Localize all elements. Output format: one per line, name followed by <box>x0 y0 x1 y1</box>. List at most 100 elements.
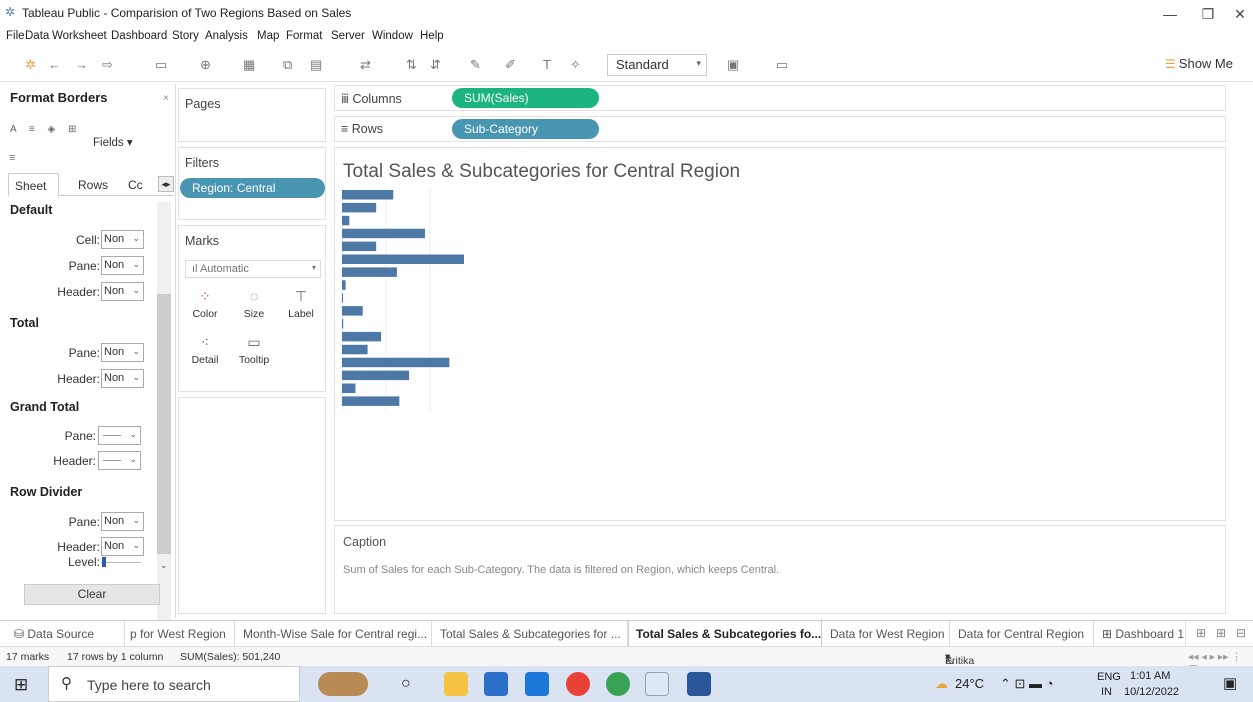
color-button[interactable]: ⁘ Color <box>185 288 225 320</box>
bar-mark[interactable] <box>342 280 346 290</box>
clear-button[interactable]: Clear <box>24 584 160 605</box>
highlight-icon[interactable]: ✎ <box>470 57 481 73</box>
bar-mark[interactable] <box>342 254 464 265</box>
mail-icon[interactable] <box>525 672 549 696</box>
bar-mark[interactable] <box>342 370 410 381</box>
bar-mark[interactable] <box>342 190 394 200</box>
new-worksheet-icon[interactable]: ▦ <box>243 57 255 73</box>
new-datasource-icon[interactable]: ⊕ <box>200 57 211 73</box>
language-bottom[interactable]: IN <box>1101 686 1112 698</box>
level-slider-handle[interactable] <box>102 557 106 567</box>
menu-window[interactable]: Window <box>372 30 413 42</box>
bar-mark[interactable] <box>342 215 350 226</box>
grand-total-header-dropdown[interactable]: ⌄ <box>98 451 141 470</box>
word-icon[interactable] <box>687 672 711 696</box>
bar-mark[interactable] <box>342 383 356 394</box>
pin-icon[interactable]: ✧ <box>570 57 581 73</box>
tab-data-source[interactable]: ⛁ Data Source <box>0 621 125 646</box>
windows-start-icon[interactable]: ⊞ <box>14 675 28 695</box>
store-icon[interactable] <box>484 672 508 696</box>
sort-desc-icon[interactable]: ⇵ <box>430 57 441 73</box>
clear-sheet-icon[interactable]: ▤ <box>310 57 322 73</box>
temperature[interactable]: 24°C <box>955 676 984 691</box>
menu-map[interactable]: Map <box>257 30 279 42</box>
row-divider-pane-dropdown[interactable]: Non ⌄ <box>101 512 144 531</box>
swap-icon[interactable]: ⇄ <box>360 57 371 73</box>
fields-dropdown[interactable]: Fields ▾ <box>93 135 133 149</box>
detail-button[interactable]: ⁖ Detail <box>185 334 225 366</box>
scroll-down-icon[interactable]: ⌄ <box>160 560 168 571</box>
undo-icon[interactable]: ⇨ <box>102 57 113 73</box>
show-me-button[interactable]: ☰ Show Me <box>1165 56 1233 71</box>
new-story-tab-icon[interactable]: ⊟ <box>1236 626 1246 640</box>
new-dashboard-tab-icon[interactable]: ⊞ <box>1216 626 1226 640</box>
file-explorer-icon[interactable] <box>444 672 468 696</box>
filter-pill-region[interactable]: Region: Central <box>180 178 325 198</box>
tab-sheet[interactable]: Month-Wise Sale for Central regi... <box>235 621 432 646</box>
cell-border-dropdown[interactable]: Non ⌄ <box>101 230 144 249</box>
menu-dashboard[interactable]: Dashboard <box>111 30 167 42</box>
presentation-icon[interactable]: ▭ <box>776 57 788 73</box>
tab-columns[interactable]: Cc <box>128 178 143 192</box>
close-button[interactable]: ✕ <box>1220 2 1253 26</box>
menu-file[interactable]: File <box>6 30 25 42</box>
notification-icon[interactable]: ▣ <box>1223 674 1237 692</box>
bar-mark[interactable] <box>342 267 397 277</box>
tab-sheet[interactable]: p for West Region <box>125 621 235 646</box>
level-slider-track[interactable] <box>101 562 141 563</box>
lines-icon[interactable]: ≡ <box>9 152 15 164</box>
menu-help[interactable]: Help <box>420 30 444 42</box>
task-view-icon[interactable]: ○ <box>401 675 411 693</box>
tab-sheet[interactable]: Data for West Region <box>822 621 950 646</box>
bar-mark[interactable] <box>342 228 425 239</box>
new-worksheet-tab-icon[interactable]: ⊞ <box>1196 626 1206 640</box>
menu-format[interactable]: Format <box>286 30 322 42</box>
rows-pill-sub-category[interactable]: Sub-Category <box>452 119 599 139</box>
tab-scroll-icon[interactable]: ◂▸ <box>158 176 174 192</box>
bar-mark[interactable] <box>342 202 377 213</box>
bar-mark[interactable] <box>342 241 377 252</box>
label-button[interactable]: ⊤ Label <box>281 288 321 320</box>
taskbar-search-input[interactable]: ⚲ Type here to search <box>48 666 300 702</box>
tab-sheet[interactable]: Total Sales & Subcategories for ... <box>432 621 628 646</box>
back-icon[interactable]: ← <box>48 57 61 72</box>
chrome-icon[interactable] <box>566 672 590 696</box>
columns-shelf[interactable]: ⅲ Columns SUM(Sales) <box>334 85 1226 111</box>
bar-mark[interactable] <box>342 331 382 342</box>
bar-mark[interactable] <box>342 306 363 316</box>
group-icon[interactable]: ✐ <box>505 57 516 73</box>
menu-worksheet[interactable]: Worksheet <box>52 30 107 42</box>
pane-border-dropdown[interactable]: Non ⌄ <box>101 256 144 275</box>
clock-date[interactable]: 10/12/2022 <box>1124 686 1179 698</box>
header-border-dropdown[interactable]: Non ⌄ <box>101 282 144 301</box>
bar-mark[interactable] <box>342 293 343 303</box>
tab-sheet[interactable]: Data for Central Region <box>950 621 1094 646</box>
row-divider-header-dropdown[interactable]: Non ⌄ <box>101 537 144 556</box>
tooltip-button[interactable]: ▭ Tooltip <box>234 334 274 366</box>
format-scrollbar-thumb[interactable] <box>157 294 171 554</box>
pages-card[interactable]: Pages <box>178 88 326 142</box>
bar-mark[interactable] <box>342 344 368 355</box>
menu-story[interactable]: Story <box>172 30 199 42</box>
rows-shelf[interactable]: ≡ Rows Sub-Category <box>334 116 1226 142</box>
menu-server[interactable]: Server <box>331 30 365 42</box>
tab-dashboard[interactable]: ⊞ Dashboard 1 <box>1094 621 1186 646</box>
columns-pill-sum-sales[interactable]: SUM(Sales) <box>452 88 599 108</box>
tab-sheet[interactable]: Sheet <box>8 173 59 196</box>
menu-analysis[interactable]: Analysis <box>205 30 248 42</box>
save-icon[interactable]: ▭ <box>155 57 167 73</box>
fit-dropdown[interactable]: Standard ▾ <box>607 54 707 76</box>
bar-mark[interactable] <box>342 319 344 329</box>
filters-card[interactable]: Filters Region: Central <box>178 147 326 220</box>
bar-mark[interactable] <box>342 396 400 406</box>
weather-icon[interactable]: ☁ <box>935 676 948 692</box>
sort-asc-icon[interactable]: ⇅ <box>406 57 417 73</box>
language-top[interactable]: ENG <box>1097 671 1121 683</box>
duplicate-icon[interactable]: ⧉ <box>283 57 292 73</box>
forward-icon[interactable]: → <box>75 57 88 72</box>
format-type-icons[interactable]: A ≡ ◈ ⊞ <box>10 124 81 135</box>
size-button[interactable]: ◌ Size <box>234 288 274 320</box>
tab-rows[interactable]: Rows <box>78 178 108 192</box>
mark-type-dropdown[interactable]: ıl Automatic ▾ <box>185 260 321 278</box>
labels-icon[interactable]: T <box>543 57 551 72</box>
